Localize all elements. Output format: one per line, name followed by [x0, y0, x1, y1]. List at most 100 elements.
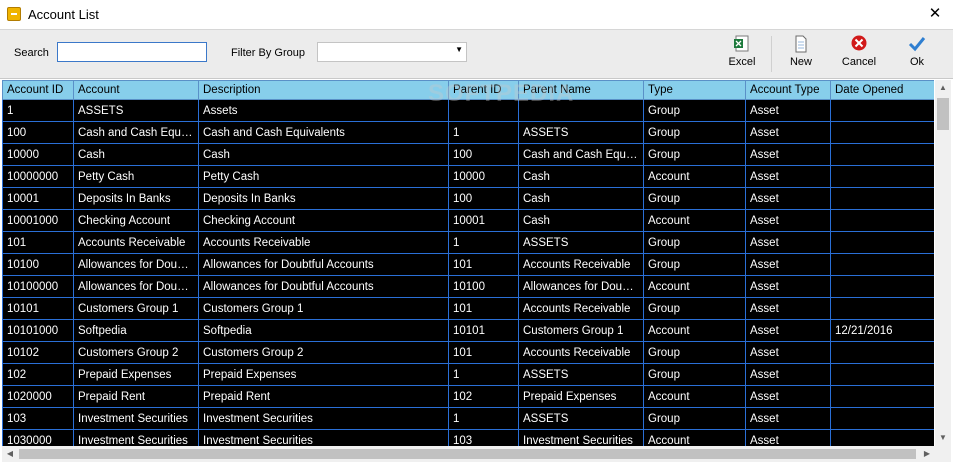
- table-cell: Customers Group 1: [198, 297, 449, 320]
- table-cell: Account: [643, 429, 746, 446]
- table-cell: Assets: [198, 99, 449, 122]
- table-cell: 102: [448, 385, 519, 408]
- horizontal-scrollbar[interactable]: ◀ ▶: [2, 446, 935, 462]
- table-cell: Petty Cash: [73, 165, 199, 188]
- table-cell: Investment Securities: [73, 407, 199, 430]
- table-row[interactable]: 10000000 Petty Cash Petty Cash 10000 Cash Acc…: [2, 165, 934, 188]
- table-cell: Cash and Cash Equiva...: [518, 143, 644, 166]
- table-cell: Allowances for Doubtful Accounts: [198, 253, 449, 276]
- table-row[interactable]: 1 ASSETS Assets Group Asset: [2, 99, 934, 122]
- table-cell: Investment Securities: [518, 429, 644, 446]
- search-input[interactable]: [57, 42, 207, 62]
- checkmark-icon: [907, 34, 927, 54]
- scroll-down-icon[interactable]: ▼: [935, 430, 951, 446]
- table-cell: [830, 165, 934, 188]
- cancel-button[interactable]: Cancel: [838, 34, 880, 74]
- table-cell: Group: [643, 363, 746, 386]
- new-button[interactable]: New: [783, 34, 819, 74]
- table-row[interactable]: 10101000 Softpedia Softpedia 10101 Customers…: [2, 319, 934, 342]
- table-cell: Group: [643, 99, 746, 122]
- cancel-button-label: Cancel: [841, 56, 877, 68]
- table-cell: 101: [2, 231, 74, 254]
- table-cell: 101: [448, 341, 519, 364]
- column-header[interactable]: Account: [73, 80, 199, 100]
- column-header[interactable]: Account ID: [2, 80, 74, 100]
- table-row[interactable]: 10101 Customers Group 1 Customers Group 11…: [2, 297, 934, 320]
- table-cell: Cash: [518, 209, 644, 232]
- table-row[interactable]: 10100000 Allowances for Doubtf... Allowanc…: [2, 275, 934, 298]
- table-cell: [830, 143, 934, 166]
- app-icon: [7, 7, 21, 21]
- table-cell: Asset: [745, 187, 831, 210]
- table-row[interactable]: 100 Cash and Cash Equiva... Cash and Cash …: [2, 121, 934, 144]
- scroll-up-icon[interactable]: ▲: [935, 80, 951, 96]
- scroll-right-icon[interactable]: ▶: [919, 446, 935, 462]
- table-header-row: Account ID Account Description Parent ID Par…: [2, 80, 934, 100]
- column-header[interactable]: Description: [198, 80, 449, 100]
- table-row[interactable]: 10000 Cash Cash 100 Cash and Cash Equiva... G…: [2, 143, 934, 166]
- toolbar-separator: [771, 36, 772, 72]
- column-header[interactable]: Account Type: [745, 80, 831, 100]
- table-cell: 10102: [2, 341, 74, 364]
- table-cell: ASSETS: [73, 99, 199, 122]
- table-cell: Accounts Receivable: [73, 231, 199, 254]
- ok-button[interactable]: Ok: [901, 34, 933, 74]
- table-cell: [830, 209, 934, 232]
- table-cell: ASSETS: [518, 407, 644, 430]
- table-row[interactable]: 1020000 Prepaid Rent Prepaid Rent 102 Prepai…: [2, 385, 934, 408]
- table-row[interactable]: 1030000 Investment Securities Investment S…: [2, 429, 934, 446]
- table-cell: Asset: [745, 121, 831, 144]
- table-cell: ASSETS: [518, 231, 644, 254]
- column-header[interactable]: Parent ID: [448, 80, 519, 100]
- dropdown-arrow-icon: ▼: [455, 45, 463, 54]
- column-header[interactable]: Parent Name: [518, 80, 644, 100]
- vertical-scroll-thumb[interactable]: [937, 98, 949, 130]
- horizontal-scroll-thumb[interactable]: [19, 449, 916, 459]
- table-cell: Asset: [745, 99, 831, 122]
- scrollbar-corner: [935, 446, 951, 462]
- table-cell: 10000: [2, 143, 74, 166]
- table-cell: Prepaid Rent: [73, 385, 199, 408]
- table-row[interactable]: 10102 Customers Group 2 Customers Group 21…: [2, 341, 934, 364]
- table-cell: [830, 253, 934, 276]
- table-cell: Deposits In Banks: [198, 187, 449, 210]
- table-cell: Asset: [745, 341, 831, 364]
- table-cell: ASSETS: [518, 363, 644, 386]
- table-cell: Investment Securities: [198, 407, 449, 430]
- table-row[interactable]: 10100 Allowances for Doubtf... Allowances …: [2, 253, 934, 276]
- table-cell: [830, 385, 934, 408]
- table-cell: Asset: [745, 275, 831, 298]
- table-cell: Group: [643, 297, 746, 320]
- table-cell: Cash and Cash Equiva...: [73, 121, 199, 144]
- column-header[interactable]: Type: [643, 80, 746, 100]
- table-cell: Softpedia: [73, 319, 199, 342]
- table-cell: 10100000: [2, 275, 74, 298]
- table-row[interactable]: 10001000 Checking Account Checking Account…: [2, 209, 934, 232]
- table-cell: 1020000: [2, 385, 74, 408]
- ok-button-label: Ok: [909, 56, 925, 68]
- cancel-icon: [849, 34, 869, 54]
- close-icon[interactable]: ✕: [923, 3, 947, 25]
- table-cell: Allowances for Doubtf...: [518, 275, 644, 298]
- table-cell: Account: [643, 319, 746, 342]
- excel-button-label: Excel: [728, 56, 756, 68]
- vertical-scrollbar[interactable]: ▲ ▼: [935, 80, 951, 446]
- title-bar: Account List ✕: [0, 0, 953, 30]
- account-table: Account ID Account Description Parent ID Par…: [2, 80, 934, 446]
- table-row[interactable]: 102 Prepaid Expenses Prepaid Expenses 1 ASSE…: [2, 363, 934, 386]
- table-cell: 1: [448, 121, 519, 144]
- table-cell: 10101: [2, 297, 74, 320]
- table-cell: [518, 99, 644, 122]
- excel-button[interactable]: Excel: [722, 34, 762, 74]
- table-row[interactable]: 103 Investment Securities Investment Secur…: [2, 407, 934, 430]
- table-cell: 100: [448, 143, 519, 166]
- table-cell: Group: [643, 341, 746, 364]
- filter-group-dropdown[interactable]: ▼: [317, 42, 467, 62]
- scroll-left-icon[interactable]: ◀: [2, 446, 18, 462]
- table-cell: 10100: [2, 253, 74, 276]
- table-row[interactable]: 10001 Deposits In Banks Deposits In Banks 1…: [2, 187, 934, 210]
- account-grid[interactable]: Account ID Account Description Parent ID Par…: [2, 80, 934, 446]
- column-header[interactable]: Date Opened: [830, 80, 934, 100]
- search-label: Search: [14, 47, 49, 59]
- table-row[interactable]: 101 Accounts Receivable Accounts Receivabl…: [2, 231, 934, 254]
